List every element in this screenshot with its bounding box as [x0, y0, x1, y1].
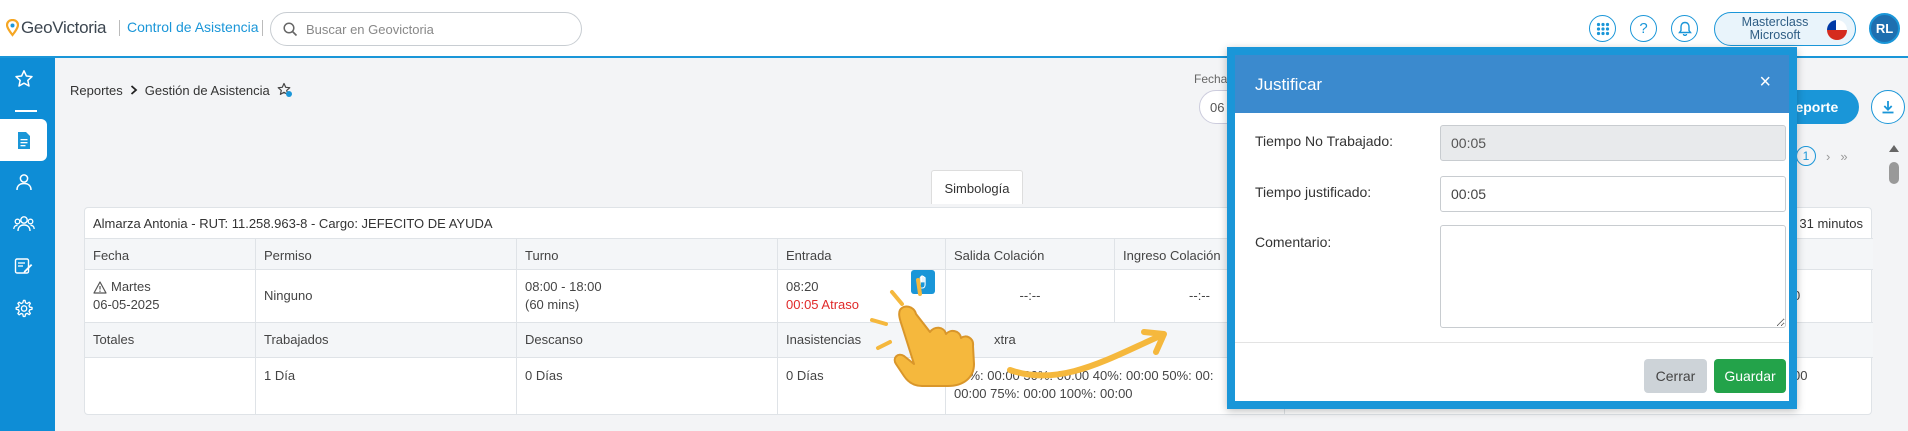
totals-empty-cell	[85, 358, 256, 415]
search-bar[interactable]	[270, 12, 582, 46]
right-value-cell: 0	[1785, 270, 1873, 322]
column-header: Permiso	[256, 239, 517, 269]
star-icon	[14, 70, 33, 87]
fecha-label: Fecha	[1194, 72, 1228, 86]
breadcrumb-parent[interactable]: Reportes	[70, 83, 123, 98]
turno-detail: (60 mins)	[525, 297, 580, 312]
apps-grid-icon[interactable]	[1589, 15, 1616, 42]
inasistencias-cell: 0 Días	[778, 358, 946, 415]
edit-list-icon	[14, 258, 33, 274]
search-input[interactable]	[306, 21, 566, 37]
document-icon	[17, 131, 30, 149]
salida-colacion-cell: --:--	[946, 270, 1115, 322]
tiempo-no-trabajado-field	[1440, 125, 1786, 161]
breadcrumb: Reportes Gestión de Asistencia	[70, 82, 293, 98]
totals-header: Inasistencias	[778, 323, 946, 357]
scroll-thumb[interactable]	[1889, 162, 1899, 184]
bell-icon[interactable]	[1671, 15, 1698, 42]
justificar-modal: Justificar × Tiempo No Trabajado: Tiempo…	[1227, 47, 1797, 409]
trabajados-cell: 1 Día	[256, 358, 517, 415]
modal-header: Justificar ×	[1235, 55, 1789, 113]
module-name[interactable]: Control de Asistencia	[127, 19, 259, 35]
column-header: Fecha	[85, 239, 256, 269]
scrollbar[interactable]	[1887, 145, 1901, 190]
tiempo-justificado-label: Tiempo justificado:	[1255, 184, 1372, 200]
modal-title: Justificar	[1255, 75, 1323, 94]
gear-icon	[15, 299, 33, 317]
chevron-right-icon[interactable]: ›	[1826, 149, 1830, 164]
permiso-cell: Ninguno	[256, 270, 517, 322]
sidebar-item-user[interactable]	[0, 161, 47, 203]
employee-summary: 31 minutos	[1799, 216, 1863, 231]
download-icon	[1882, 101, 1894, 114]
date: 06-05-2025	[93, 297, 160, 312]
pagination: 1 › »	[1796, 146, 1848, 166]
double-chevron-right-icon[interactable]: »	[1840, 149, 1847, 164]
users-icon	[12, 216, 35, 232]
chevron-right-icon	[130, 85, 138, 95]
sidebar	[0, 58, 55, 431]
divider	[119, 20, 120, 36]
descanso-cell: 0 Días	[517, 358, 778, 415]
search-icon	[283, 21, 298, 36]
warning-icon	[93, 280, 107, 294]
guardar-button[interactable]: Guardar	[1714, 359, 1786, 393]
sidebar-item-favorites[interactable]	[0, 58, 47, 100]
close-icon[interactable]: ×	[1759, 72, 1771, 92]
column-header: Salida Colación	[946, 239, 1115, 269]
turno-cell: 08:00 - 18:00 (60 mins)	[517, 270, 778, 322]
company-selector[interactable]: Masterclass Microsoft	[1714, 12, 1856, 46]
totals-right-cell: 00	[1793, 368, 1808, 383]
user-icon	[15, 174, 32, 191]
company-name: Masterclass Microsoft	[1727, 16, 1823, 42]
sidebar-item-settings[interactable]	[0, 287, 47, 329]
breadcrumb-current: Gestión de Asistencia	[144, 82, 270, 98]
tiempo-no-trabajado-label: Tiempo No Trabajado:	[1255, 133, 1393, 149]
modal-divider	[1235, 342, 1789, 343]
simbologia-tab[interactable]: Simbología	[931, 170, 1023, 204]
divider	[262, 20, 263, 36]
tiempo-justificado-field[interactable]	[1440, 176, 1786, 212]
logo-text: GeoVictoria	[21, 18, 107, 37]
scroll-up-arrow[interactable]	[1889, 145, 1899, 152]
company-line-2: Microsoft	[1749, 28, 1801, 42]
sidebar-item-planning[interactable]	[0, 245, 47, 287]
sidebar-item-reports[interactable]	[0, 119, 47, 161]
justify-hand-icon[interactable]	[911, 270, 935, 294]
chile-flag-icon	[1827, 20, 1847, 40]
sidebar-divider	[15, 110, 37, 112]
totals-header: Trabajados	[256, 323, 517, 357]
logo[interactable]: GeoVictoria	[6, 18, 107, 38]
column-header: Entrada	[778, 239, 946, 269]
download-button[interactable]	[1871, 90, 1905, 124]
totals-header: Descanso	[517, 323, 778, 357]
fecha-cell: Martes 06-05-2025	[85, 270, 256, 322]
column-header: Turno	[517, 239, 778, 269]
totals-header: Totales	[85, 323, 256, 357]
comentario-label: Comentario:	[1255, 234, 1332, 250]
avatar[interactable]: RL	[1869, 13, 1900, 44]
cerrar-button[interactable]: Cerrar	[1644, 359, 1707, 393]
weekday: Martes	[111, 279, 151, 294]
turno-hours: 08:00 - 18:00	[525, 279, 602, 294]
weekday-line: Martes	[93, 278, 247, 296]
page-current[interactable]: 1	[1796, 146, 1816, 166]
employee-info: Almarza Antonia - RUT: 11.258.963-8 - Ca…	[93, 216, 493, 231]
logo-pin-icon	[6, 19, 19, 37]
comentario-field[interactable]	[1440, 225, 1786, 328]
favorite-star-icon[interactable]	[277, 82, 293, 98]
help-icon[interactable]: ?	[1630, 15, 1657, 42]
sidebar-item-users[interactable]	[0, 203, 47, 245]
atraso-text: 00:05 Atraso	[786, 297, 859, 312]
